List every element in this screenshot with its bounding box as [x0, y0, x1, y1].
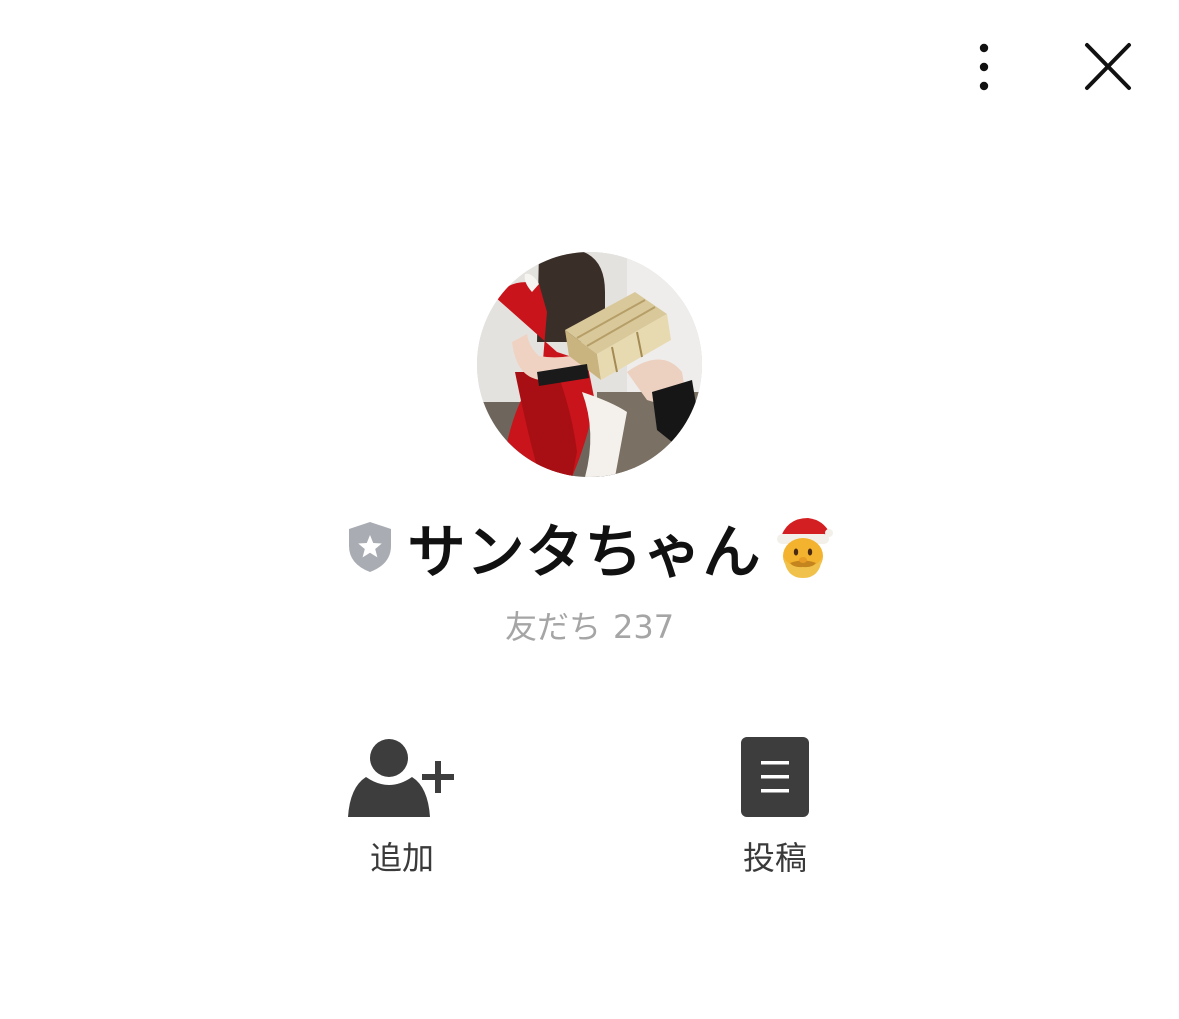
close-icon — [1085, 43, 1131, 90]
santa-emoji-icon — [776, 518, 833, 578]
posts-button[interactable]: 投稿 — [705, 735, 845, 885]
add-friend-button[interactable]: 追加 — [332, 735, 472, 885]
friends-label: 友だち — [504, 608, 601, 646]
profile-name-row: サンタちゃん — [0, 505, 1179, 589]
post-list-icon — [741, 737, 809, 817]
avatar-photo — [477, 252, 702, 477]
add-friend-icon-wrap — [332, 735, 472, 819]
add-friend-label: 追加 — [369, 839, 434, 877]
post-icon-wrap — [705, 735, 845, 819]
vertical-dots-icon — [979, 43, 989, 91]
add-friend-icon — [348, 739, 454, 817]
posts-label: 投稿 — [742, 839, 807, 877]
profile-name: サンタちゃん — [407, 518, 762, 586]
close-button[interactable] — [1080, 40, 1136, 94]
friends-number: 237 — [612, 608, 675, 646]
more-options-button[interactable] — [964, 40, 1004, 94]
profile-page: サンタちゃん 友だち 237 追加 投稿 — [0, 0, 1179, 1019]
shield-star-icon — [349, 522, 392, 572]
profile-avatar[interactable] — [477, 252, 702, 477]
friends-count: 友だち 237 — [0, 602, 1179, 648]
